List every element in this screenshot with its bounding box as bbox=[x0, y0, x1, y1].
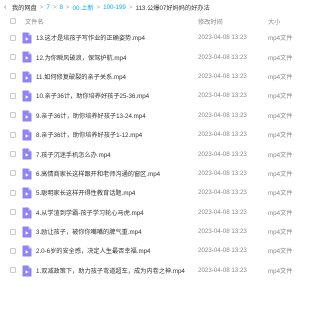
back-arrow-icon[interactable]: ‹ bbox=[4, 4, 12, 11]
file-name[interactable]: 3.励让孩子，被你你嘴嘴的脾气重.mp4 bbox=[36, 227, 142, 236]
file-name[interactable]: 5.聪明家长这样开得性教育话题.mp4 bbox=[36, 188, 135, 197]
row-checkbox[interactable] bbox=[10, 54, 16, 61]
file-row[interactable]: 2.0-6岁的安全感，决定人生最否幸福.mp4 2023-04-08 13:23 m… bbox=[0, 241, 310, 260]
file-type-size: mp4文件 bbox=[268, 190, 293, 198]
file-type-size: mp4文件 bbox=[268, 73, 293, 81]
file-name[interactable]: 13.这才是培孩子写作业的正确姿势.mp4 bbox=[36, 33, 145, 42]
file-list: 13.这才是培孩子写作业的正确姿势.mp4 2023-04-08 13:23 mp4… bbox=[0, 28, 310, 280]
breadcrumb-item-current: 113.公爆07好妈妈的好办法 bbox=[135, 4, 210, 12]
file-name[interactable]: 10.亲子36计，助你培养好孩子25-36.mp4 bbox=[36, 91, 149, 100]
file-name[interactable]: 6.高情商家长这样跟开和老师沟通的窗区.mp4 bbox=[36, 169, 160, 178]
file-row[interactable]: 9.亲子36计，助你培养好孩子13-24.mp4 2023-04-08 13:23… bbox=[0, 106, 310, 125]
file-modified-time: 2023-04-08 13:23 bbox=[198, 228, 247, 236]
column-header-name[interactable]: 文件名 bbox=[25, 17, 44, 26]
video-file-icon bbox=[22, 51, 32, 63]
file-row[interactable]: 4.从学渣到学霸-孩子学习轮心马虎.mp4 2023-04-08 13:23 mp4… bbox=[0, 203, 310, 222]
file-type-size: mp4文件 bbox=[268, 267, 293, 275]
row-checkbox[interactable] bbox=[10, 228, 16, 235]
file-name[interactable]: 2.0-6岁的安全感，决定人生最否幸福.mp4 bbox=[36, 246, 150, 255]
file-type-size: mp4文件 bbox=[268, 170, 293, 178]
video-file-icon bbox=[22, 265, 32, 277]
file-modified-time: 2023-04-08 13:23 bbox=[198, 92, 247, 100]
row-checkbox[interactable] bbox=[10, 112, 16, 119]
file-modified-time: 2023-04-08 13:23 bbox=[198, 150, 247, 158]
row-checkbox[interactable] bbox=[10, 151, 16, 158]
file-modified-time: 2023-04-08 13:23 bbox=[198, 208, 247, 216]
file-row[interactable]: 3.励让孩子，被你你嘴嘴的脾气重.mp4 2023-04-08 13:23 mp4文… bbox=[0, 222, 310, 241]
video-file-icon bbox=[22, 226, 32, 238]
breadcrumb-item-root[interactable]: 我的网盘 bbox=[12, 3, 37, 12]
column-header-time[interactable]: 修改时间 bbox=[198, 17, 223, 26]
file-name[interactable]: 12.为你瞬风破浪，保驾护航.mp4 bbox=[36, 53, 126, 62]
file-modified-time: 2023-04-08 13:23 bbox=[198, 189, 247, 197]
file-modified-time: 2023-04-08 13:23 bbox=[198, 111, 247, 119]
select-all-checkbox[interactable] bbox=[10, 18, 16, 24]
file-modified-time: 2023-04-08 13:23 bbox=[198, 53, 247, 61]
video-file-icon bbox=[22, 32, 32, 44]
file-type-size: mp4文件 bbox=[268, 151, 293, 159]
video-file-icon bbox=[22, 71, 32, 83]
file-row[interactable]: 11.如何修复破裂的亲子关系.mp4 2023-04-08 13:23 mp4文件 bbox=[0, 67, 310, 86]
file-row[interactable]: 1.双减政策下，助力孩子弯道超车，成为内卷之神.mp4 2023-04-08 13… bbox=[0, 261, 310, 280]
row-checkbox[interactable] bbox=[10, 247, 16, 254]
file-row[interactable]: 12.为你瞬风破浪，保驾护航.mp4 2023-04-08 13:23 mp4文件 bbox=[0, 47, 310, 66]
row-checkbox[interactable] bbox=[10, 189, 16, 196]
video-file-icon bbox=[22, 245, 32, 257]
file-row[interactable]: 7.孩子沉迷手机怎么办.mp4 2023-04-08 13:23 mp4文件 bbox=[0, 144, 310, 163]
file-type-size: mp4文件 bbox=[268, 209, 293, 217]
breadcrumb-separator-icon: > bbox=[96, 3, 101, 11]
row-checkbox[interactable] bbox=[10, 73, 16, 80]
file-name[interactable]: 8.亲子36计，助你培养好孩子1-12.mp4 bbox=[36, 130, 142, 139]
file-modified-time: 2023-04-08 13:23 bbox=[198, 266, 247, 274]
file-name[interactable]: 9.亲子36计，助你培养好孩子13-24.mp4 bbox=[36, 111, 146, 120]
file-type-size: mp4文件 bbox=[268, 229, 293, 237]
file-type-size: mp4文件 bbox=[268, 35, 293, 43]
breadcrumb-item[interactable]: 00.上新 bbox=[73, 3, 94, 12]
file-modified-time: 2023-04-08 13:23 bbox=[198, 34, 247, 42]
row-checkbox[interactable] bbox=[10, 131, 16, 138]
file-type-size: mp4文件 bbox=[268, 54, 293, 62]
breadcrumb-item[interactable]: 100-199 bbox=[103, 4, 126, 11]
file-name[interactable]: 11.如何修复破裂的亲子关系.mp4 bbox=[36, 72, 126, 81]
file-modified-time: 2023-04-08 13:23 bbox=[198, 131, 247, 139]
file-row[interactable]: 13.这才是培孩子写作业的正确姿势.mp4 2023-04-08 13:23 mp4… bbox=[0, 28, 310, 47]
video-file-icon bbox=[22, 110, 32, 122]
file-type-size: mp4文件 bbox=[268, 93, 293, 101]
row-checkbox[interactable] bbox=[10, 267, 16, 274]
file-type-size: mp4文件 bbox=[268, 112, 293, 120]
file-name[interactable]: 7.孩子沉迷手机怎么办.mp4 bbox=[36, 150, 111, 159]
row-checkbox[interactable] bbox=[10, 34, 16, 41]
file-modified-time: 2023-04-08 13:23 bbox=[198, 247, 247, 255]
video-file-icon bbox=[22, 168, 32, 180]
video-file-icon bbox=[22, 129, 32, 141]
file-row[interactable]: 10.亲子36计，助你培养好孩子25-36.mp4 2023-04-08 13:2… bbox=[0, 86, 310, 105]
file-modified-time: 2023-04-08 13:23 bbox=[198, 169, 247, 177]
video-file-icon bbox=[22, 207, 32, 219]
file-row[interactable]: 8.亲子36计，助你培养好孩子1-12.mp4 2023-04-08 13:23 m… bbox=[0, 125, 310, 144]
breadcrumb-separator-icon: > bbox=[52, 3, 57, 11]
file-type-size: mp4文件 bbox=[268, 248, 293, 256]
video-file-icon bbox=[22, 90, 32, 102]
row-checkbox[interactable] bbox=[10, 170, 16, 177]
row-checkbox[interactable] bbox=[10, 92, 16, 99]
file-name[interactable]: 1.双减政策下，助力孩子弯道超车，成为内卷之神.mp4 bbox=[36, 266, 185, 275]
file-modified-time: 2023-04-08 13:23 bbox=[198, 72, 247, 80]
file-list-header: 文件名 修改时间 大小 bbox=[0, 14, 310, 28]
file-name[interactable]: 4.从学渣到学霸-孩子学习轮心马虎.mp4 bbox=[36, 208, 144, 217]
video-file-icon bbox=[22, 148, 32, 160]
breadcrumb: ‹ 我的网盘 > 7 > 8 > 00.上新 > 100-199 > 113.公… bbox=[0, 0, 310, 14]
row-checkbox[interactable] bbox=[10, 209, 16, 216]
file-type-size: mp4文件 bbox=[268, 132, 293, 140]
breadcrumb-separator-icon: > bbox=[39, 3, 44, 11]
breadcrumb-separator-icon: > bbox=[128, 3, 133, 11]
file-row[interactable]: 6.高情商家长这样跟开和老师沟通的窗区.mp4 2023-04-08 13:23 m… bbox=[0, 164, 310, 183]
column-header-size[interactable]: 大小 bbox=[268, 17, 280, 26]
video-file-icon bbox=[22, 187, 32, 199]
file-row[interactable]: 5.聪明家长这样开得性教育话题.mp4 2023-04-08 13:23 mp4文件 bbox=[0, 183, 310, 202]
breadcrumb-separator-icon: > bbox=[65, 3, 70, 11]
